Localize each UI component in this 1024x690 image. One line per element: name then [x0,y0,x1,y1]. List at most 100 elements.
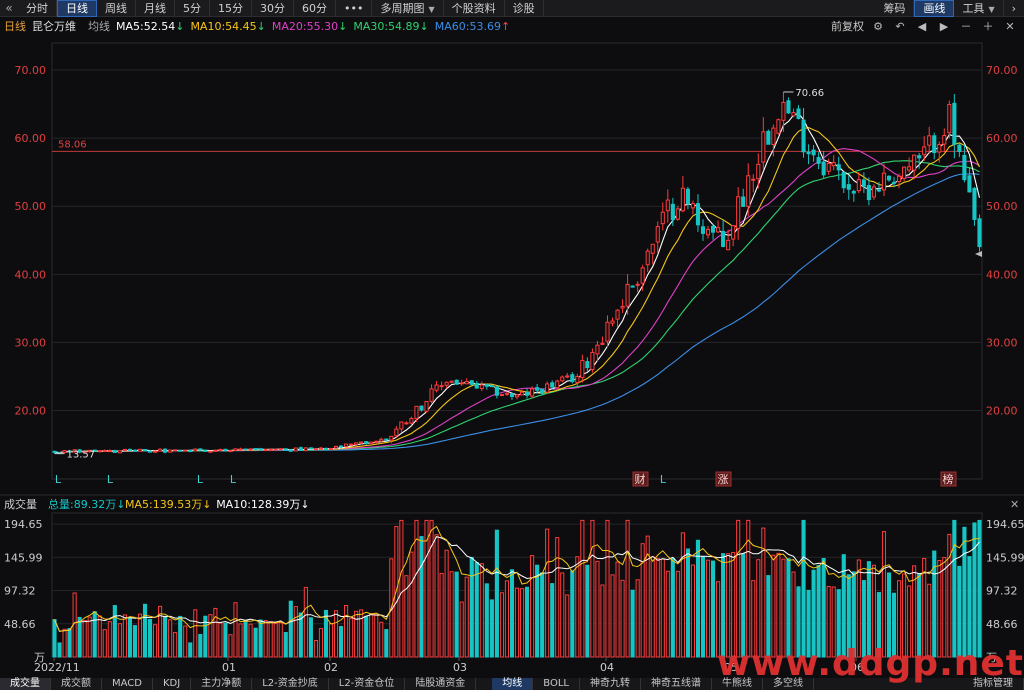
volume-bar-up [499,592,504,658]
candle-up [228,450,233,453]
candle-up [344,443,349,448]
candle-up [434,384,439,391]
candle-up [97,450,102,453]
zoom-out-icon[interactable]: － [958,18,974,34]
overlay-tab[interactable]: 神奇九转 [580,678,641,690]
more-periods-button[interactable]: ••• [336,0,373,17]
volume-bar-up [776,552,781,658]
volume-tick-right: 97.32 [986,585,1018,598]
volume-bar-down [540,572,545,658]
tab-15min[interactable]: 15分 [210,0,252,17]
candle-down [550,382,555,388]
tab-60min[interactable]: 60分 [294,0,336,17]
candle-down [962,155,967,181]
multi-period-dropdown[interactable]: 多周期图 ▼ [372,0,444,17]
chips-button[interactable]: 筹码 [875,0,915,17]
volume-bar-up [183,625,188,658]
candle-down [695,203,701,226]
tab-weekly[interactable]: 周线 [97,0,136,17]
draw-line-button[interactable]: 画线 [914,0,955,17]
tab-fenshi[interactable]: 分时 [18,0,57,17]
indicator-tab[interactable]: 陆股通资金 [405,678,477,690]
volume-bar-up [318,628,324,658]
candle-down [258,448,263,451]
tools-dropdown[interactable]: 工具 ▼ [954,0,1004,17]
volume-bar-down [801,519,806,658]
volume-bar-down [685,548,690,658]
tab-monthly[interactable]: 月线 [136,0,175,17]
candle-up [756,163,761,180]
candle-down [112,450,117,454]
overlay-tab[interactable]: BOLL [533,678,580,690]
candle-up [736,196,741,229]
indicator-tab[interactable]: 成交量 [0,678,51,690]
event-marker: L [107,473,114,486]
indicator-tab[interactable]: KDJ [153,678,192,690]
candle-down [147,450,153,453]
undo-icon[interactable]: ↶ [892,20,908,33]
chevron-right-icon[interactable]: › [1004,0,1024,17]
overlay-tab[interactable]: 神奇五线谱 [641,678,712,690]
volume-bar-up [303,586,308,658]
prev-icon[interactable]: ◀ [914,20,930,33]
candle-up [173,449,178,452]
candle-down [489,385,494,388]
stock-info-button[interactable]: 个股资料 [444,0,505,17]
kline-chart[interactable]: 58.06 20.00 20.00 30.00 30.00 40.00 40.00 50.0… [0,35,1024,678]
tab-5min[interactable]: 5分 [175,0,210,17]
price-tick-right: 60.00 [986,132,1018,145]
volume-bar-up [555,537,560,658]
zoom-in-icon[interactable]: ＋ [980,18,996,34]
candle-down [796,108,801,119]
avg-label[interactable]: 均线 [88,18,110,34]
volume-bar-up [680,532,685,658]
price-tick-right: 70.00 [986,64,1018,77]
indicator-tab[interactable]: 成交额 [51,678,102,690]
candle-down [52,450,57,453]
next-icon[interactable]: ▶ [936,20,952,33]
high-marker-label: 70.66 [795,88,824,99]
candle-up [907,166,912,171]
volume-bar-up [761,527,766,658]
candle-down [972,187,977,220]
candle-down [540,388,545,394]
volume-bar-up [625,519,630,658]
diagnose-button[interactable]: 诊股 [505,0,544,17]
candle-up [555,380,560,389]
candle-up [354,442,359,445]
ma-info-bar: 日线 昆仑万维 均线 MA5:52.54↓ MA10:54.45↓ MA20:55.… [0,17,1024,35]
candle-up [464,380,469,385]
candle-down [806,151,811,155]
double-chevron-left-icon[interactable]: « [0,1,18,15]
candle-up [716,227,721,233]
volume-bar-up [218,622,223,658]
candle-up [680,187,685,212]
indicator-tab[interactable]: MACD [102,678,153,690]
close-icon[interactable]: ✕ [1002,20,1018,33]
overlay-tab[interactable]: 均线 [492,678,534,690]
tab-30min[interactable]: 30分 [252,0,294,17]
candle-down [670,203,675,221]
indicator-tab[interactable]: L2-资金抄底 [252,678,329,690]
tab-daily[interactable]: 日线 [57,0,97,17]
volume-bar-up [605,519,610,658]
candle-down [700,226,706,234]
volume-tick-left: 48.66 [4,618,36,631]
candle-down [932,135,937,154]
volume-bar-down [474,561,479,658]
candle-up [218,449,223,452]
candle-down [977,218,982,248]
event-marker: L [197,473,204,486]
volume-bar-down [454,571,459,658]
volume-bar-up [590,519,595,658]
volume-bar-up [173,632,178,658]
candle-down [816,157,821,164]
settings-icon[interactable]: ⚙ [870,20,886,33]
indicator-tab[interactable]: L2-资金仓位 [329,678,406,690]
candle-up [444,381,449,386]
candle-down [741,196,746,207]
indicator-tab[interactable]: 主力净额 [191,678,253,690]
restore-dropdown[interactable]: 前复权 [831,18,864,34]
volume-bar-up [354,610,359,658]
candle-up [233,448,238,451]
